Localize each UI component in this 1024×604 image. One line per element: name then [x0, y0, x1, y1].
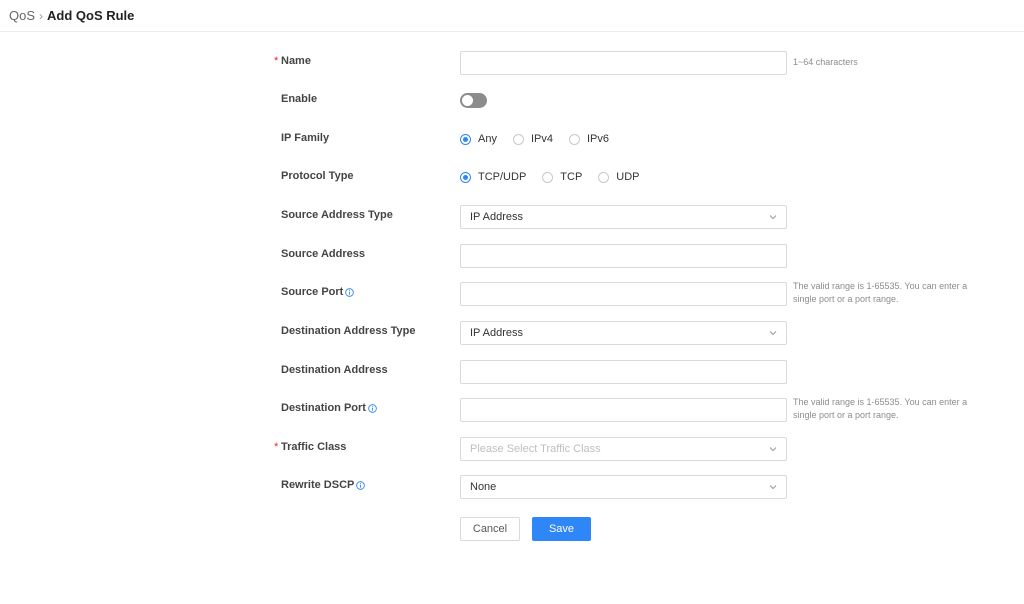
breadcrumb-qos-link[interactable]: QoS [9, 8, 35, 23]
traffic-class-select[interactable]: Please Select Traffic Class [460, 437, 787, 461]
radio-unchecked-icon[interactable] [542, 171, 554, 183]
name-input[interactable] [460, 51, 787, 75]
name-hint: 1~64 characters [793, 57, 858, 67]
breadcrumb: QoS › Add QoS Rule [9, 8, 134, 23]
protocol-option-udp[interactable]: UDP [598, 171, 640, 183]
traffic-class-row: * Traffic Class Please Select Traffic Cl… [0, 437, 1024, 461]
ip-family-radio-group: Any IPv4 IPv6 [460, 133, 625, 145]
destination-address-label: Destination Address [281, 364, 388, 376]
destination-port-label: Destination Port [281, 402, 377, 414]
name-row: * Name 1~64 characters [0, 51, 1024, 75]
info-icon[interactable] [368, 403, 377, 413]
source-address-type-row: Source Address Type IP Address [0, 205, 1024, 229]
ip-family-option-ipv6[interactable]: IPv6 [568, 133, 609, 145]
protocol-type-row: Protocol Type TCP/UDP TCP UDP [0, 166, 1024, 190]
info-icon[interactable] [345, 287, 355, 297]
name-label: * Name [274, 55, 311, 67]
radio-checked-icon[interactable] [460, 133, 471, 145]
save-button[interactable]: Save [532, 517, 591, 541]
chevron-down-icon [769, 331, 777, 336]
cancel-button[interactable]: Cancel [460, 517, 520, 541]
traffic-class-label: * Traffic Class [274, 441, 347, 453]
destination-port-row: Destination Port The valid range is 1-65… [0, 397, 1024, 422]
enable-label: Enable [281, 93, 318, 105]
ip-family-option-ipv4[interactable]: IPv4 [512, 133, 553, 145]
destination-address-type-select[interactable]: IP Address [460, 321, 787, 345]
radio-unchecked-icon[interactable] [598, 171, 610, 183]
source-address-label: Source Address [281, 248, 365, 260]
source-address-input[interactable] [460, 244, 787, 268]
destination-address-type-label: Destination Address Type [281, 325, 416, 337]
required-marker: * [274, 55, 279, 67]
source-port-hint: The valid range is 1-65535. You can ente… [793, 281, 968, 304]
destination-port-hint: The valid range is 1-65535. You can ente… [793, 397, 968, 420]
page-title: Add QoS Rule [47, 8, 135, 23]
info-icon[interactable] [356, 480, 366, 490]
protocol-type-label: Protocol Type [281, 170, 354, 182]
source-address-row: Source Address [0, 244, 1024, 268]
rewrite-dscp-row: Rewrite DSCP None [0, 475, 1024, 499]
chevron-down-icon [769, 485, 777, 490]
source-port-input[interactable] [460, 282, 787, 306]
page-header: QoS › Add QoS Rule [0, 0, 1024, 32]
radio-checked-icon[interactable] [460, 171, 471, 183]
source-address-type-select[interactable]: IP Address [460, 205, 787, 229]
select-value: None [470, 481, 497, 493]
destination-address-input[interactable] [460, 360, 787, 384]
chevron-right-icon: › [39, 8, 44, 23]
protocol-option-tcp[interactable]: TCP [542, 171, 582, 183]
enable-row: Enable [0, 89, 1024, 113]
select-placeholder: Please Select Traffic Class [470, 443, 601, 455]
destination-address-type-row: Destination Address Type IP Address [0, 321, 1024, 345]
ip-family-label: IP Family [281, 132, 330, 144]
select-value: IP Address [470, 211, 523, 223]
rewrite-dscp-select[interactable]: None [460, 475, 787, 499]
destination-port-input[interactable] [460, 398, 787, 422]
ip-family-row: IP Family Any IPv4 IPv6 [0, 128, 1024, 152]
required-marker: * [274, 441, 279, 453]
rewrite-dscp-label: Rewrite DSCP [281, 479, 366, 491]
protocol-option-tcp-udp[interactable]: TCP/UDP [460, 171, 526, 183]
source-port-row: Source Port The valid range is 1-65535. … [0, 281, 1024, 306]
chevron-down-icon [769, 215, 777, 220]
ip-family-option-any[interactable]: Any [460, 133, 497, 145]
radio-unchecked-icon[interactable] [512, 133, 524, 145]
select-value: IP Address [470, 327, 523, 339]
protocol-type-radio-group: TCP/UDP TCP UDP [460, 171, 656, 183]
source-address-type-label: Source Address Type [281, 209, 393, 221]
source-port-label: Source Port [281, 286, 355, 298]
chevron-down-icon [769, 447, 777, 452]
toggle-knob [462, 95, 473, 106]
destination-address-row: Destination Address [0, 360, 1024, 384]
radio-unchecked-icon[interactable] [568, 133, 580, 145]
enable-toggle[interactable] [460, 93, 487, 108]
